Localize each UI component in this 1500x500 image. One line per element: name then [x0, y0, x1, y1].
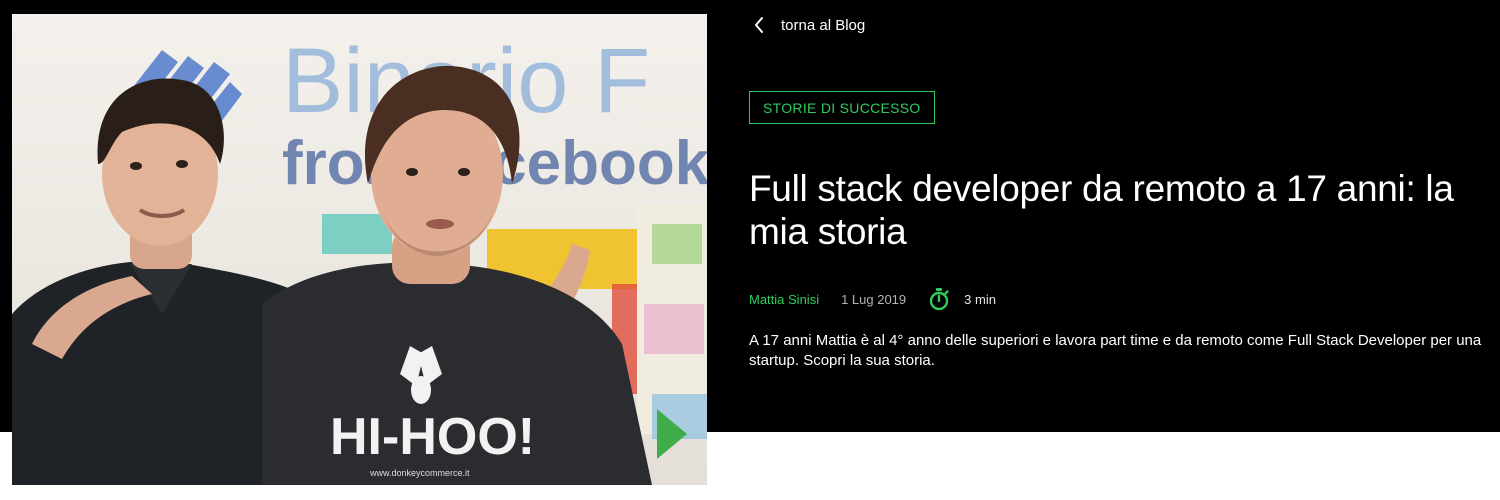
read-time: 3 min	[964, 291, 996, 307]
post-meta: Mattia Sinisi 1 Lug 2019 3 min	[749, 285, 996, 313]
shirt-small-text: www.donkeycommerce.it	[369, 468, 470, 478]
post-excerpt: A 17 anni Mattia è al 4° anno delle supe…	[749, 332, 1482, 369]
chevron-left-icon	[755, 17, 763, 33]
author-link[interactable]: Mattia Sinisi	[749, 292, 819, 307]
stopwatch-icon	[929, 288, 949, 311]
post-title: Full stack developer da remoto a 17 anni…	[749, 168, 1454, 252]
publish-date: 1 Lug 2019	[841, 291, 907, 307]
category-badge[interactable]: STORIE DI SUCCESSO	[749, 91, 935, 124]
shirt-text: HI-HOO!	[330, 408, 535, 466]
article-cover-photo: Binario F from facebook	[12, 14, 707, 485]
back-link-label: torna al Blog	[781, 16, 866, 34]
back-to-blog-link[interactable]: torna al Blog	[753, 14, 865, 36]
